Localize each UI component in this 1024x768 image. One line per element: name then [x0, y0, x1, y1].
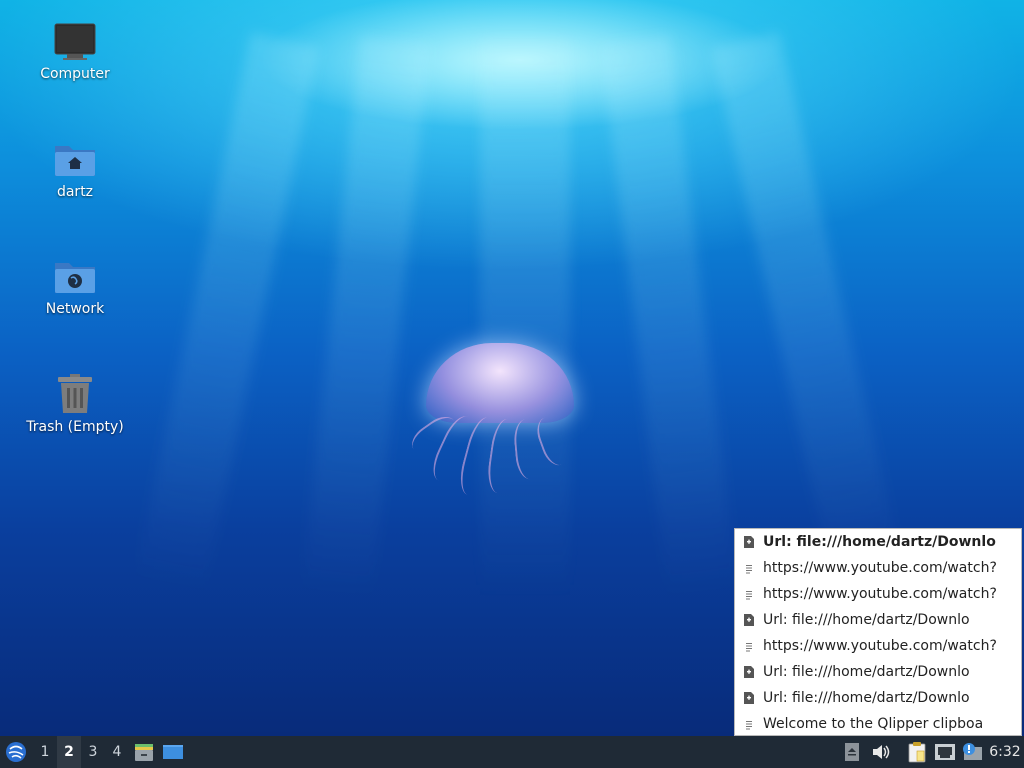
desktop-icon-label: dartz [56, 184, 94, 200]
eject-tray-button[interactable] [842, 736, 862, 768]
clipboard-history-item[interactable]: https://www.youtube.com/watch? [735, 633, 1021, 659]
computer-monitor-icon [54, 23, 96, 60]
start-menu-button[interactable] [2, 736, 30, 768]
light-ray [600, 35, 738, 601]
clipboard-history-item[interactable]: Url: file:///home/dartz/Downlo [735, 685, 1021, 711]
clock-time: 6:32 [989, 744, 1021, 760]
clock[interactable]: 6:32 [986, 736, 1024, 768]
clipboard-item-text: https://www.youtube.com/watch? [763, 638, 997, 654]
text-doc-icon [735, 561, 763, 575]
clipboard-history-item[interactable]: Welcome to the Qlipper clipboa [735, 711, 1021, 737]
desktop-icon-home[interactable]: dartz [20, 140, 130, 200]
clipboard-history-menu: Url: file:///home/dartz/Downlo https://ww… [734, 528, 1022, 736]
desktop-icon-label: Trash (Empty) [26, 419, 124, 435]
light-ray [480, 40, 570, 600]
lubuntu-start-menu-icon [6, 742, 26, 762]
clipboard-history-item[interactable]: Url: file:///home/dartz/Downlo [735, 529, 1021, 555]
clipboard-item-text: Url: file:///home/dartz/Downlo [763, 612, 970, 628]
update-notifier-tray-button[interactable] [960, 736, 984, 768]
workspace-label: 1 [40, 744, 50, 760]
volume-tray-button[interactable] [870, 736, 892, 768]
clipboard-item-text: Url: file:///home/dartz/Downlo [763, 664, 970, 680]
file-manager-icon [135, 744, 153, 761]
workspace-label: 4 [112, 744, 122, 760]
desktop-icon-trash[interactable]: Trash (Empty) [20, 373, 130, 435]
clipboard-history-list: Url: file:///home/dartz/Downlo https://ww… [735, 529, 1021, 737]
clipboard-item-text: https://www.youtube.com/watch? [763, 560, 997, 576]
home-folder-icon [55, 146, 95, 176]
network-folder-icon [55, 263, 95, 293]
clipboard-item-text: Url: file:///home/dartz/Downlo [763, 690, 970, 706]
show-desktop-icon [163, 745, 183, 759]
network-tray-button[interactable] [933, 736, 957, 768]
clipboard-history-item[interactable]: https://www.youtube.com/watch? [735, 555, 1021, 581]
jellyfish-wallpaper-image [380, 335, 590, 505]
clipboard-tray-button[interactable] [905, 736, 929, 768]
desktop-icon-computer[interactable]: Computer [20, 22, 130, 82]
clipboard-icon [908, 742, 926, 763]
desktop-icon-label: Computer [40, 66, 110, 82]
clipboard-item-text: Welcome to the Qlipper clipboa [763, 716, 984, 732]
url-file-icon [735, 535, 763, 549]
workspace-4[interactable]: 4 [105, 736, 129, 768]
workspace-1[interactable]: 1 [33, 736, 57, 768]
text-doc-icon [735, 639, 763, 653]
network-wired-icon [935, 744, 955, 760]
desktop-icon-label: Network [45, 301, 105, 317]
eject-icon [845, 743, 859, 761]
taskbar: 1 2 3 4 6:32 [0, 736, 1024, 768]
trash-icon [58, 374, 92, 413]
update-notifier-icon [963, 743, 982, 760]
url-file-icon [735, 691, 763, 705]
workspace-label: 3 [88, 744, 98, 760]
desktop-icon-network[interactable]: Network [20, 257, 130, 317]
show-desktop-button[interactable] [160, 736, 186, 768]
workspace-label: 2 [64, 744, 74, 760]
file-manager-launcher[interactable] [132, 736, 156, 768]
light-ray [710, 32, 906, 594]
clipboard-item-text: Url: file:///home/dartz/Downlo [763, 534, 996, 550]
text-doc-icon [735, 587, 763, 601]
clipboard-history-item[interactable]: Url: file:///home/dartz/Downlo [735, 607, 1021, 633]
workspace-3[interactable]: 3 [81, 736, 105, 768]
clipboard-item-text: https://www.youtube.com/watch? [763, 586, 997, 602]
light-ray [301, 36, 430, 601]
clipboard-history-item[interactable]: https://www.youtube.com/watch? [735, 581, 1021, 607]
text-doc-icon [735, 717, 763, 731]
workspace-2[interactable]: 2 [57, 736, 81, 768]
url-file-icon [735, 613, 763, 627]
volume-icon [873, 745, 890, 759]
clipboard-history-item[interactable]: Url: file:///home/dartz/Downlo [735, 659, 1021, 685]
url-file-icon [735, 665, 763, 679]
light-ray [134, 32, 320, 596]
